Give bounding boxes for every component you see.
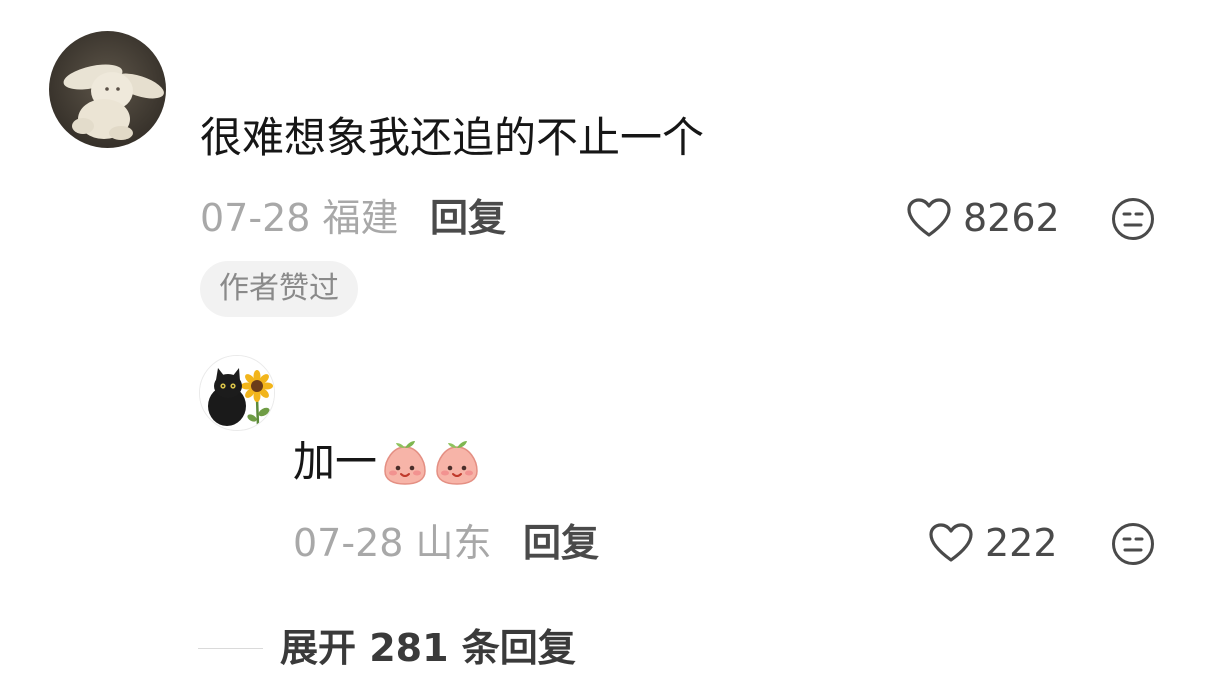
plush-bunny-avatar-icon — [49, 31, 166, 148]
comment-location: 福建 — [322, 196, 399, 240]
reply-dislike-button[interactable] — [1111, 522, 1155, 566]
reply-meta: 07-28 山东 — [293, 518, 492, 568]
reply-like-button[interactable]: 222 — [929, 518, 1058, 568]
reply-date: 07-28 — [293, 521, 404, 565]
black-cat-sunflower-avatar-icon — [200, 356, 274, 430]
heart-icon — [929, 523, 973, 562]
avatar[interactable] — [49, 31, 166, 148]
like-button[interactable]: 8262 — [907, 193, 1060, 243]
peach-smile-emoji-icon — [384, 441, 426, 485]
reply-avatar[interactable] — [199, 355, 275, 431]
author-liked-badge: 作者赞过 — [200, 261, 358, 317]
reply-location: 山东 — [415, 521, 492, 565]
peach-smile-emoji-icon — [436, 441, 478, 485]
dislike-button[interactable] — [1111, 197, 1155, 241]
heart-icon — [907, 198, 951, 237]
like-count: 8262 — [963, 196, 1060, 240]
reply-text: 加一 — [293, 437, 378, 486]
reply-like-count: 222 — [985, 521, 1058, 565]
comment-date: 07-28 — [200, 196, 311, 240]
expand-replies-button[interactable]: 展开 281 条回复 — [280, 623, 576, 673]
comment-text: 很难想象我还追的不止一个 — [200, 113, 705, 162]
meh-face-icon — [1112, 523, 1154, 565]
reply-to-reply-button[interactable]: 回复 — [523, 518, 599, 568]
reply-button[interactable]: 回复 — [430, 193, 506, 243]
comment-meta: 07-28 福建 — [200, 193, 399, 243]
reply-text-row: 加一 — [293, 434, 481, 490]
expand-divider — [198, 648, 263, 649]
meh-face-icon — [1112, 198, 1154, 240]
